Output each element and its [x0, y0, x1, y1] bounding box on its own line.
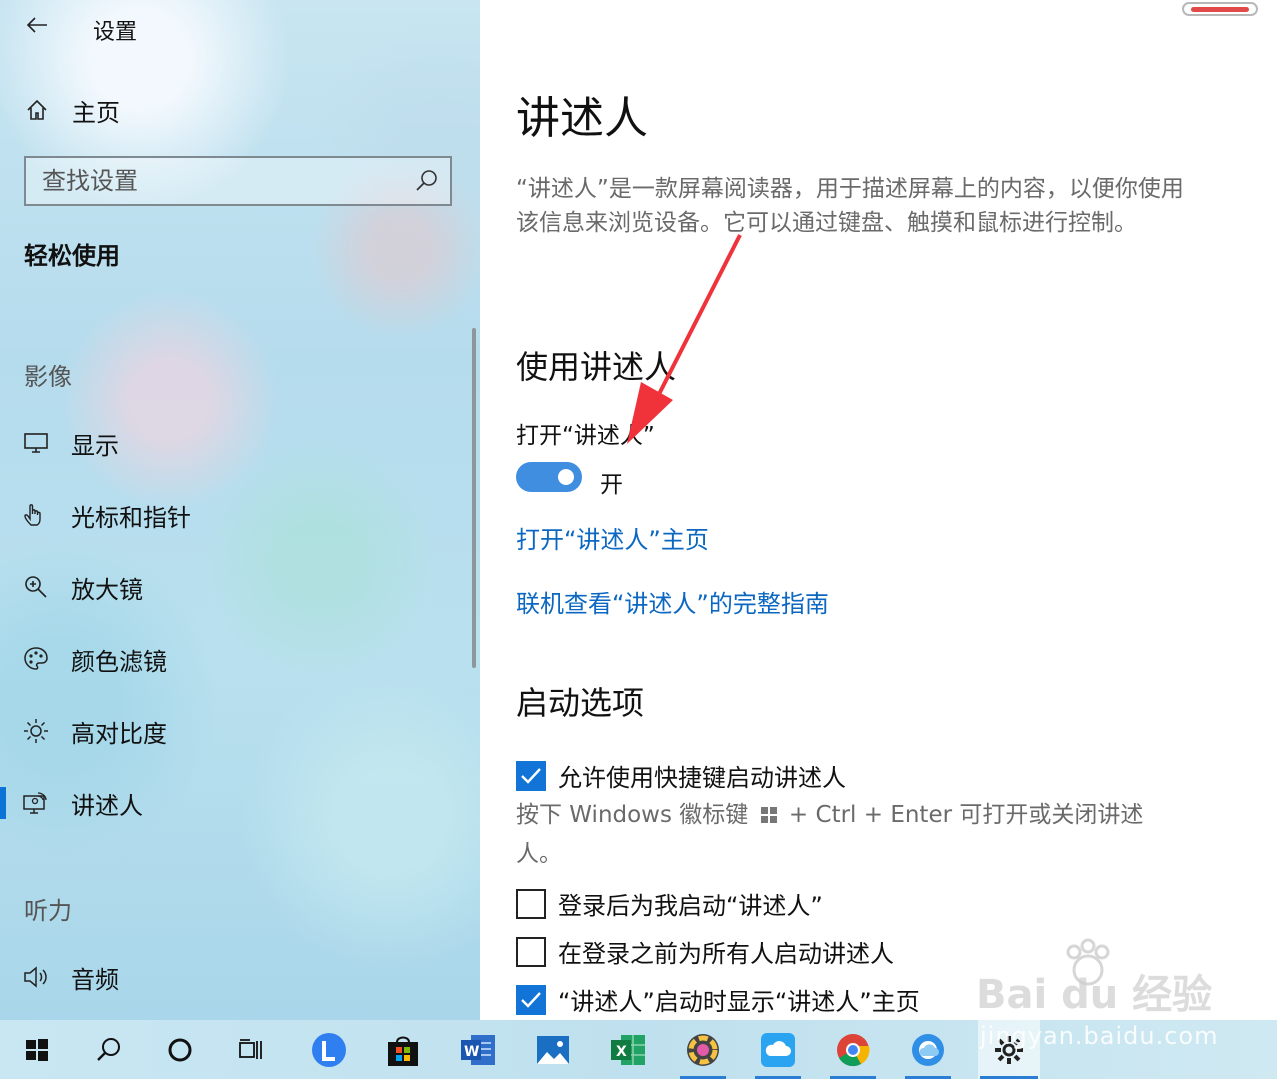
window-control-pill[interactable] — [1182, 2, 1258, 16]
sidebar-item-label: 音频 — [71, 965, 119, 994]
sidebar-item-label: 显示 — [71, 431, 119, 460]
edge-app[interactable] — [903, 1020, 953, 1079]
svg-text:W: W — [464, 1044, 479, 1060]
sidebar-item-label: 主页 — [72, 98, 120, 127]
checkbox-after-signin[interactable] — [516, 888, 546, 919]
sidebar-scrollbar[interactable] — [472, 328, 476, 668]
taskbar-search-button[interactable] — [84, 1020, 134, 1079]
option-shortcut-row[interactable]: 允许使用快捷键启动讲述人 — [516, 758, 846, 793]
sidebar-item-label: 放大镜 — [71, 575, 143, 604]
narrator-icon — [22, 789, 50, 817]
search-input[interactable] — [42, 167, 402, 195]
home-icon — [22, 98, 52, 122]
windows-logo-icon — [760, 807, 777, 823]
settings-sidebar: 设置 主页 轻松使用 影像 显示 光标和指针 放大镜 颜 — [0, 0, 480, 1020]
sidebar-item-label: 讲述人 — [71, 791, 143, 820]
narrator-settings-page: 讲述人 “讲述人”是一款屏幕阅读器，用于描述屏幕上的内容，以便你使用该信息来浏览… — [480, 0, 1277, 1020]
excel-icon: X — [611, 1034, 645, 1065]
option-after-signin-row[interactable]: 登录后为我启动“讲述人” — [516, 886, 823, 921]
check-icon — [521, 991, 541, 1008]
word-icon: W — [461, 1034, 495, 1065]
sidebar-item-magnifier[interactable]: 放大镜 — [0, 559, 470, 615]
toggle-knob — [558, 469, 574, 485]
chrome-app[interactable] — [828, 1020, 878, 1079]
window-title: 设置 — [93, 20, 138, 45]
startup-options-heading: 启动选项 — [516, 684, 645, 722]
watermark-url: jingyan.baidu.com — [980, 1022, 1219, 1050]
lenovo-app[interactable] — [304, 1020, 354, 1079]
hint-suffix: + Ctrl + Enter 可打开或关闭讲述 — [788, 802, 1144, 828]
store-icon — [388, 1036, 418, 1066]
pointer-icon — [22, 501, 50, 529]
baidu-watermark-logo: Bai du 经验 — [976, 938, 1212, 1018]
search-icon — [97, 1037, 120, 1061]
task-view-button[interactable] — [226, 1020, 276, 1079]
cloud-app-icon — [761, 1032, 795, 1067]
toggle-state-label: 开 — [600, 472, 623, 498]
brightness-icon — [22, 717, 50, 745]
checkbox-label: 在登录之前为所有人启动讲述人 — [558, 940, 894, 968]
checkbox-label: 允许使用快捷键启动讲述人 — [558, 764, 846, 792]
sidebar-item-color-filters[interactable]: 颜色滤镜 — [0, 631, 470, 687]
svg-text:X: X — [616, 1044, 627, 1060]
sidebar-item-narrator[interactable]: 讲述人 — [0, 775, 470, 831]
excel-app[interactable]: X — [603, 1020, 653, 1079]
start-icon — [26, 1038, 48, 1061]
sidebar-item-label: 高对比度 — [71, 719, 167, 748]
color-app-icon — [687, 1033, 719, 1066]
start-button[interactable] — [12, 1020, 62, 1079]
sidebar-item-cursor[interactable]: 光标和指针 — [0, 487, 470, 543]
checkbox-show-home[interactable] — [516, 984, 546, 1015]
page-title: 讲述人 — [516, 93, 648, 144]
monitor-icon — [22, 429, 50, 457]
sidebar-item-label: 光标和指针 — [71, 503, 191, 532]
store-app[interactable] — [378, 1020, 428, 1079]
group-label-vision: 影像 — [24, 363, 72, 391]
color-app[interactable] — [678, 1020, 728, 1079]
shortcut-hint-line2: 人。 — [516, 841, 562, 867]
shortcut-hint: 按下 Windows 徽标键 + Ctrl + Enter 可打开或关闭讲述 — [516, 798, 1176, 832]
magnifier-icon — [22, 573, 50, 601]
open-narrator-home-link[interactable]: 打开“讲述人”主页 — [516, 520, 709, 555]
back-button[interactable] — [22, 10, 52, 40]
search-box[interactable] — [24, 156, 452, 206]
page-description: “讲述人”是一款屏幕阅读器，用于描述屏幕上的内容，以便你使用该信息来浏览设备。它… — [516, 176, 1184, 236]
speaker-icon — [22, 963, 50, 991]
cortana-icon — [168, 1038, 192, 1061]
narrator-guide-link[interactable]: 联机查看“讲述人”的完整指南 — [516, 584, 829, 619]
option-show-home-row[interactable]: “讲述人”启动时显示“讲述人”主页 — [516, 982, 920, 1017]
sidebar-item-label: 颜色滤镜 — [71, 647, 167, 676]
checkbox-before-signin[interactable] — [516, 936, 546, 967]
option-before-signin-row[interactable]: 在登录之前为所有人启动讲述人 — [516, 934, 894, 969]
sidebar-item-high-contrast[interactable]: 高对比度 — [0, 703, 470, 759]
photos-app[interactable] — [528, 1020, 578, 1079]
word-app[interactable]: W — [453, 1020, 503, 1079]
annotation-arrow-icon — [627, 234, 742, 444]
cortana-button[interactable] — [155, 1020, 205, 1079]
section-heading: 轻松使用 — [24, 242, 120, 270]
group-label-hearing: 听力 — [24, 897, 72, 925]
search-icon[interactable] — [414, 168, 440, 198]
narrator-toggle[interactable] — [516, 462, 582, 492]
checkbox-shortcut[interactable] — [516, 760, 546, 791]
lenovo-icon — [312, 1032, 346, 1067]
cloud-app[interactable] — [753, 1020, 803, 1079]
photos-icon — [537, 1035, 569, 1064]
checkbox-label: 登录后为我启动“讲述人” — [558, 892, 823, 920]
checkbox-label: “讲述人”启动时显示“讲述人”主页 — [558, 988, 920, 1016]
edge-icon — [912, 1033, 944, 1066]
hint-prefix: 按下 Windows 徽标键 — [516, 802, 749, 828]
back-arrow-icon — [26, 17, 47, 33]
svg-text:Bai du 经验: Bai du 经验 — [976, 972, 1212, 1018]
sidebar-item-home[interactable]: 主页 — [22, 88, 462, 132]
check-icon — [521, 767, 541, 784]
task-view-icon — [239, 1038, 262, 1059]
chrome-icon — [837, 1033, 870, 1066]
sidebar-item-display[interactable]: 显示 — [0, 415, 470, 471]
sidebar-item-audio[interactable]: 音频 — [0, 949, 470, 1005]
palette-icon — [22, 645, 50, 673]
